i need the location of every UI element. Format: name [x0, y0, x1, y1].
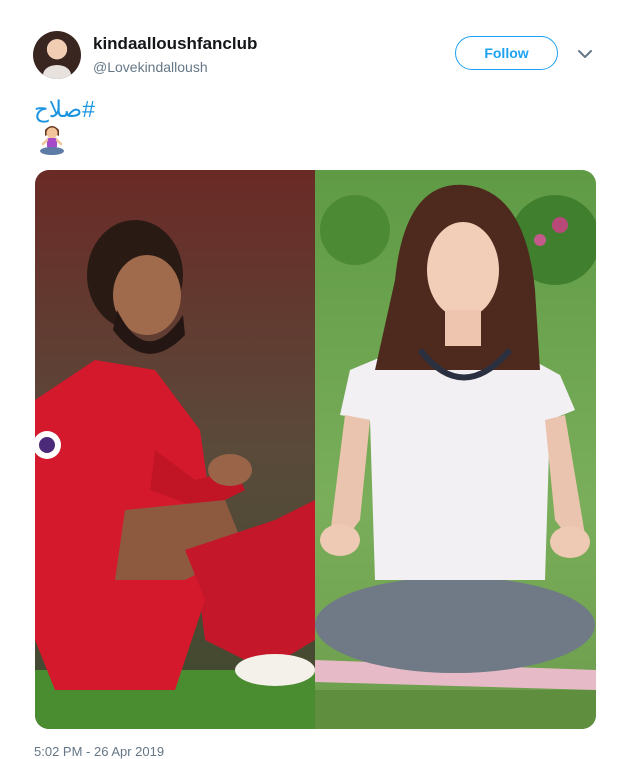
- user-handle[interactable]: @Lovekindalloush: [93, 59, 208, 75]
- tweet-timestamp[interactable]: 5:02 PM - 26 Apr 2019: [34, 744, 164, 759]
- follow-button[interactable]: Follow: [455, 36, 558, 70]
- tweet-media[interactable]: [35, 170, 596, 729]
- footballer-meditating-photo[interactable]: [35, 170, 315, 729]
- woman-meditating-photo[interactable]: [315, 170, 596, 729]
- lotus-position-emoji-icon: [40, 126, 64, 155]
- display-name[interactable]: kindaalloushfanclub: [93, 34, 257, 54]
- avatar[interactable]: [33, 31, 81, 79]
- hashtag-link[interactable]: #صلاح: [34, 96, 95, 123]
- chevron-down-icon[interactable]: [575, 44, 595, 64]
